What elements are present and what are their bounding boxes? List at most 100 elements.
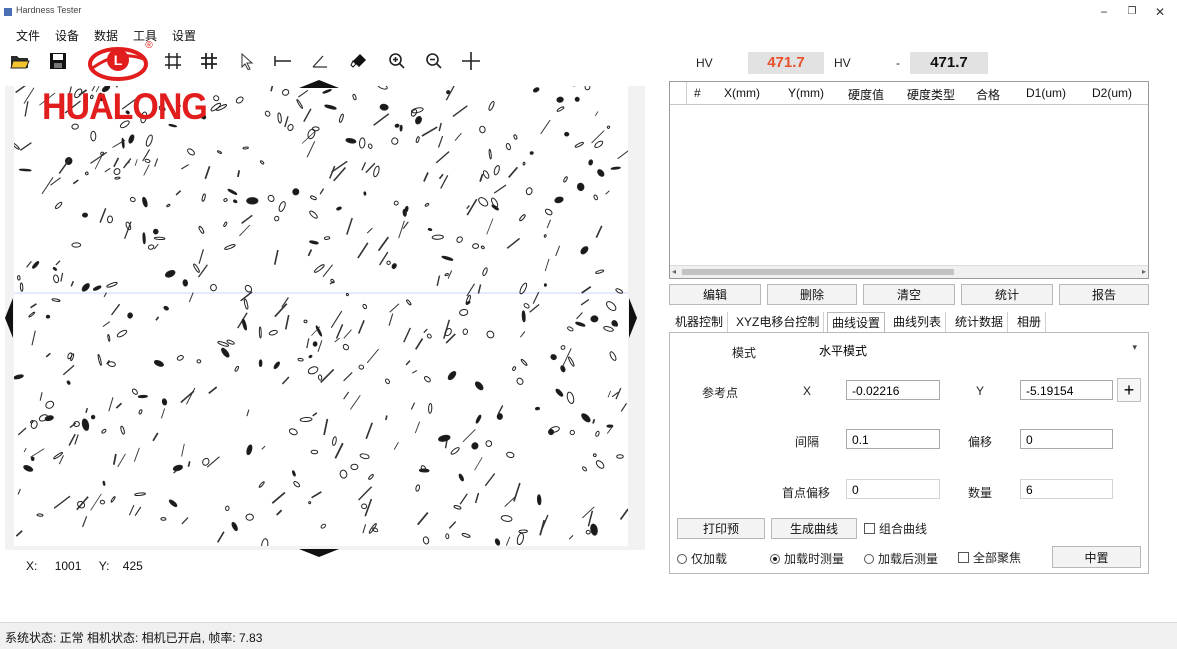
add-reference-button[interactable]: + [1117,378,1141,402]
tab-statistics[interactable]: 统计数据 [951,312,1009,332]
menu-file[interactable]: 文件 [16,27,40,44]
table-header: # X(mm) Y(mm) 硬度值 硬度类型 合格 D1(um) D2(um) [670,82,1148,105]
first-point-offset-input[interactable]: 0 [846,479,940,499]
eraser-icon[interactable] [344,46,374,76]
col-pass[interactable]: 合格 [976,86,1000,103]
radio-measure-after-load[interactable]: 加载后测量 [864,550,938,567]
hardness-unit-select[interactable]: HV [834,56,890,70]
grain-streak [435,151,450,164]
close-button[interactable]: ✕ [1148,3,1172,21]
grain-particle [292,188,300,196]
all-focus-checkbox[interactable]: 全部聚焦 [958,549,1021,566]
interval-input[interactable]: 0.1 [846,429,940,449]
grain-streak [320,368,335,384]
select-arrow-icon[interactable] [232,46,262,76]
grain-streak [403,327,411,343]
grain-streak [414,338,424,350]
zoom-in-icon[interactable] [382,46,412,76]
grain-streak [261,445,266,450]
grain-streak [617,150,628,160]
grain-particle [576,182,585,192]
grain-streak [181,517,189,525]
grid-icon[interactable] [158,46,188,76]
microscope-image[interactable] [14,86,628,546]
col-d2[interactable]: D2(um) [1092,86,1132,100]
edit-button[interactable]: 编辑 [669,284,761,305]
reference-point-label: 参考点 [702,386,739,400]
col-index[interactable]: # [694,86,701,100]
grain-streak [271,491,286,504]
grain-particle [345,138,357,144]
grain-particle [221,347,230,358]
scroll-thumb[interactable] [682,269,954,275]
zoom-out-icon[interactable] [419,46,449,76]
grain-particle [296,99,304,109]
generate-curve-button[interactable]: 生成曲线 [771,518,857,539]
count-label: 数量 [968,486,993,500]
col-hardness-value[interactable]: 硬度值 [848,86,884,103]
menu-tools[interactable]: 工具 [133,27,157,44]
scroll-right-icon[interactable]: ▸ [1142,267,1146,276]
pan-up-arrow[interactable] [299,78,339,92]
grain-particle [125,110,130,115]
col-y-mm[interactable]: Y(mm) [788,86,824,100]
report-button[interactable]: 报告 [1059,284,1149,305]
grain-particle [225,505,230,511]
mode-select[interactable]: 水平模式 ▾ [815,339,1141,361]
tab-machine-control[interactable]: 机器控制 [671,312,729,332]
grain-particle [44,415,54,422]
minimize-button[interactable]: − [1092,3,1116,21]
offset-input[interactable]: 0 [1020,429,1113,449]
menu-data[interactable]: 数据 [94,27,118,44]
angle-icon[interactable] [305,46,335,76]
ref-y-input[interactable]: -5.19154 [1020,380,1113,400]
grain-streak [188,292,194,303]
tab-curve-settings[interactable]: 曲线设置 [827,312,886,333]
tab-xyz-stage-control[interactable]: XYZ电移台控制 [732,312,825,332]
center-button[interactable]: 中置 [1052,546,1141,568]
grain-particle [163,305,169,311]
clear-button[interactable]: 清空 [863,284,955,305]
radio-load-only[interactable]: 仅加载 [677,550,727,567]
results-table[interactable]: # X(mm) Y(mm) 硬度值 硬度类型 合格 D1(um) D2(um) … [669,81,1149,279]
tab-curve-list[interactable]: 曲线列表 [889,312,947,332]
grain-streak [134,159,138,166]
combine-curve-checkbox[interactable]: 组合曲线 [864,520,927,537]
col-x-mm[interactable]: X(mm) [724,86,760,100]
grain-streak [330,310,343,328]
grain-particle [107,361,116,367]
grain-particle [518,529,528,534]
grain-particle [543,234,547,238]
statistics-button[interactable]: 统计 [961,284,1053,305]
menu-device[interactable]: 设备 [55,27,79,44]
print-preview-button[interactable]: 打印预 [677,518,765,539]
scroll-left-icon[interactable]: ◂ [672,267,676,276]
ref-x-input[interactable]: -0.02216 [846,380,940,400]
measure-line-icon[interactable] [268,46,298,76]
menu-settings[interactable]: 设置 [172,27,196,44]
delete-button[interactable]: 删除 [767,284,857,305]
tab-album[interactable]: 相册 [1013,312,1047,332]
maximize-button[interactable]: ❐ [1120,3,1144,21]
grain-particle [493,165,500,176]
pan-down-arrow[interactable] [299,547,339,561]
count-input[interactable]: 6 [1020,479,1113,499]
radio-measure-while-load[interactable]: 加载时测量 [770,550,844,567]
col-d1[interactable]: D1(um) [1026,86,1066,100]
grain-streak [104,167,111,173]
grain-particle [311,126,320,132]
grain-streak [204,166,211,180]
crosshair-icon[interactable] [456,46,486,76]
grid-alt-icon[interactable] [194,46,224,76]
pan-right-arrow[interactable] [628,298,638,341]
save-icon[interactable] [43,46,73,76]
coord-x-value: 1001 [54,559,82,573]
pan-left-arrow[interactable] [4,298,14,341]
open-folder-icon[interactable] [5,46,35,76]
grain-streak [128,504,135,516]
radio-load-only-label: 仅加载 [691,552,728,566]
grain-streak [108,397,114,412]
horizontal-scrollbar[interactable]: ◂ ▸ [670,265,1148,278]
col-hardness-type[interactable]: 硬度类型 [907,86,955,103]
grain-streak [486,218,494,235]
